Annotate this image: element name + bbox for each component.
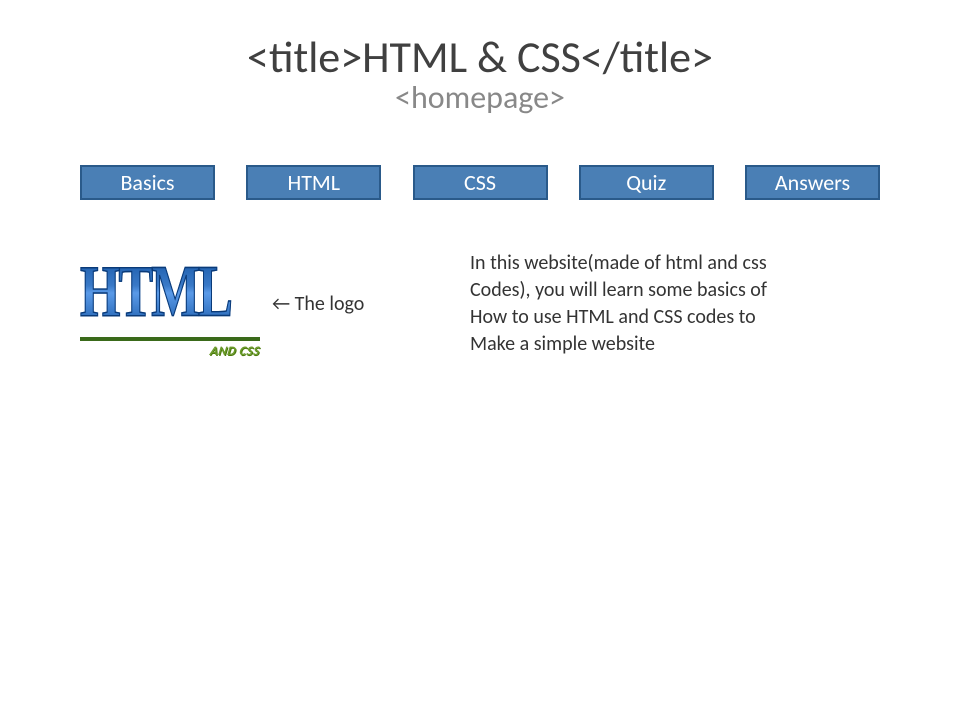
nav-answers-button[interactable]: Answers (745, 165, 880, 200)
logo-caption: ← The logo (272, 292, 364, 316)
intro-line: Codes), you will learn some basics of (470, 277, 880, 304)
page-subtitle: <homepage> (0, 78, 960, 117)
content-area: HTML AND CSS ← The logo In this website(… (0, 250, 960, 358)
logo-html-text: HTML (80, 257, 231, 330)
nav-html-button[interactable]: HTML (246, 165, 381, 200)
nav-quiz-button[interactable]: Quiz (579, 165, 714, 200)
page-title: <title>HTML & CSS</title> (0, 30, 960, 84)
logo-andcss-text: AND CSS (209, 344, 262, 359)
intro-text: In this website(made of html and css Cod… (460, 250, 880, 358)
logo-underline (80, 337, 260, 341)
nav-css-button[interactable]: CSS (413, 165, 548, 200)
nav-basics-button[interactable]: Basics (80, 165, 215, 200)
nav-bar: Basics HTML CSS Quiz Answers (0, 165, 960, 200)
html-css-logo: HTML AND CSS (80, 267, 260, 341)
intro-line: Make a simple website (470, 331, 880, 358)
header: <title>HTML & CSS</title> <homepage> (0, 0, 960, 117)
intro-line: How to use HTML and CSS codes to (470, 304, 880, 331)
logo-section: HTML AND CSS ← The logo (80, 250, 460, 358)
intro-line: In this website(made of html and css (470, 250, 880, 277)
